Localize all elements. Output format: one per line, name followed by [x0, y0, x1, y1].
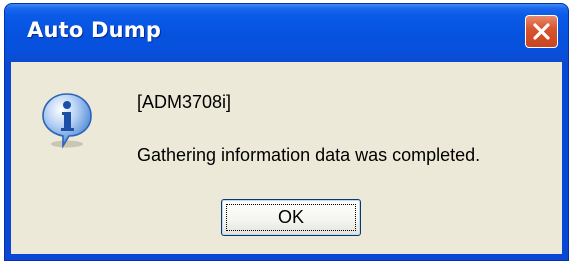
close-icon [533, 23, 550, 40]
dialog-body: [ADM3708i] Gathering information data wa… [11, 62, 562, 254]
ok-button[interactable]: OK [221, 199, 361, 236]
window-title: Auto Dump [27, 18, 162, 42]
dialog-window: Auto Dump [ADM3708i] Gathering informati… [4, 3, 569, 261]
close-button[interactable] [525, 15, 558, 48]
title-bar[interactable]: Auto Dump [5, 4, 568, 62]
message-code: [ADM3708i] [137, 92, 232, 112]
ok-button-label: OK [226, 204, 356, 231]
message-text: Gathering information data was completed… [137, 145, 481, 165]
info-icon [42, 93, 92, 149]
